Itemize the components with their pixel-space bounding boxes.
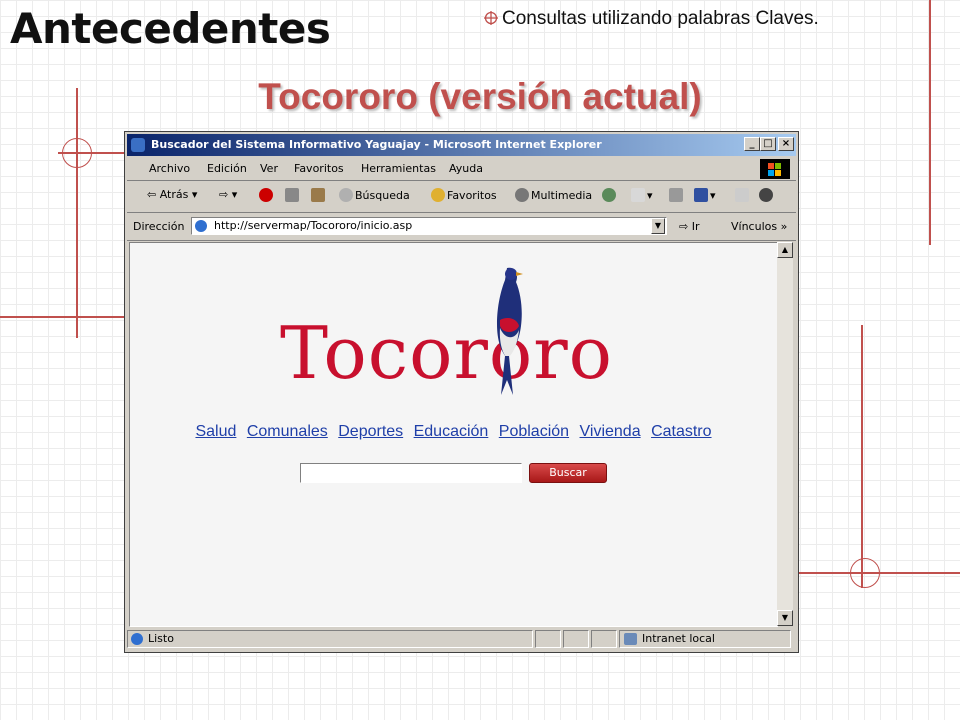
back-arrow-icon: ⇦	[147, 188, 157, 201]
logo-text: Tocororo	[280, 311, 613, 395]
slide-title: Antecedentes	[10, 4, 331, 53]
media-button[interactable]: Multimedia	[515, 188, 592, 202]
search-label: Búsqueda	[355, 189, 410, 202]
history-icon[interactable]	[602, 188, 618, 202]
menu-bar: Archivo Edición Ver Favoritos Herramient…	[127, 158, 796, 181]
address-input[interactable]: http://servermap/Tocororo/inicio.asp	[191, 217, 667, 235]
decor-line	[76, 88, 78, 338]
close-button[interactable]: ×	[778, 137, 794, 151]
messenger-icon[interactable]	[759, 188, 775, 202]
page-viewport: Tocororo Salud Comunales Deportes Educac…	[129, 242, 778, 627]
link-poblacion[interactable]: Población	[499, 423, 569, 440]
menu-ayuda[interactable]: Ayuda	[449, 162, 483, 175]
status-panel	[591, 630, 617, 648]
zone-panel: Intranet local	[619, 630, 791, 648]
refresh-icon[interactable]	[285, 188, 301, 202]
slide-subtitle: Consultas utilizando palabras Claves.	[484, 8, 819, 30]
link-salud[interactable]: Salud	[195, 423, 236, 440]
address-label: Dirección	[133, 220, 185, 233]
favorites-label: Favoritos	[447, 189, 497, 202]
bullet-icon	[484, 9, 498, 25]
stop-icon[interactable]	[259, 188, 275, 202]
search-button[interactable]: Búsqueda	[339, 188, 410, 202]
browser-window: Buscador del Sistema Informativo Yaguaja…	[124, 131, 799, 653]
subtitle-text: Consultas utilizando palabras Claves.	[502, 8, 819, 29]
home-icon[interactable]	[311, 188, 327, 202]
vertical-scrollbar[interactable]: ▲ ▼	[777, 242, 793, 626]
discuss-icon[interactable]	[735, 188, 751, 202]
status-text: Listo	[148, 632, 174, 645]
links-label: Vínculos	[731, 220, 778, 233]
favorites-icon	[431, 188, 445, 202]
nav-links: Salud Comunales Deportes Educación Pobla…	[130, 423, 777, 441]
media-icon	[515, 188, 529, 202]
forward-arrow-icon: ⇨ ▾	[219, 188, 238, 201]
toolbar: ⇦ Atrás ▾ ⇨ ▾ Búsqueda Favoritos Multime…	[127, 182, 796, 213]
link-educacion[interactable]: Educación	[414, 423, 489, 440]
go-button[interactable]: ⇨ Ir	[679, 220, 700, 233]
link-vivienda[interactable]: Vivienda	[580, 423, 641, 440]
ie-app-icon	[131, 138, 145, 152]
status-panel	[535, 630, 561, 648]
menu-edicion[interactable]: Edición	[207, 162, 247, 175]
link-catastro[interactable]: Catastro	[651, 423, 711, 440]
link-comunales[interactable]: Comunales	[247, 423, 328, 440]
decor-line	[861, 325, 863, 588]
address-bar: Dirección http://servermap/Tocororo/inic…	[127, 214, 796, 241]
address-dropdown-icon[interactable]: ▼	[651, 218, 665, 234]
minimize-button[interactable]: _	[744, 137, 760, 151]
maximize-button[interactable]: □	[760, 137, 776, 151]
search-input[interactable]	[300, 463, 522, 483]
page-status-icon	[131, 633, 143, 645]
links-button[interactable]: Vínculos »	[731, 220, 787, 233]
search-icon	[339, 188, 353, 202]
windows-logo-icon	[760, 159, 790, 179]
forward-button[interactable]: ⇨ ▾	[219, 188, 237, 201]
window-title: Buscador del Sistema Informativo Yaguaja…	[151, 138, 602, 151]
page-icon	[195, 220, 207, 232]
tocororo-logo: Tocororo	[280, 255, 613, 405]
back-label: Atrás	[159, 188, 189, 201]
status-panel	[563, 630, 589, 648]
menu-archivo[interactable]: Archivo	[149, 162, 190, 175]
link-deportes[interactable]: Deportes	[338, 423, 403, 440]
title-bar: Buscador del Sistema Informativo Yaguaja…	[127, 134, 796, 156]
menu-favoritos[interactable]: Favoritos	[294, 162, 344, 175]
scroll-down-icon[interactable]: ▼	[777, 610, 793, 626]
status-text-panel: Listo	[127, 630, 533, 648]
favorites-button[interactable]: Favoritos	[431, 188, 497, 202]
scroll-up-icon[interactable]: ▲	[777, 242, 793, 258]
back-button[interactable]: ⇦ Atrás ▾	[147, 188, 197, 201]
menu-herramientas[interactable]: Herramientas	[361, 162, 436, 175]
menu-ver[interactable]: Ver	[260, 162, 278, 175]
tocororo-bird-icon	[497, 267, 523, 395]
mail-icon[interactable]: ▾	[631, 188, 653, 202]
decor-line	[0, 316, 124, 318]
buscar-button[interactable]: Buscar	[529, 463, 607, 483]
go-label: Ir	[691, 220, 700, 233]
status-bar: Listo Intranet local	[127, 628, 796, 650]
address-url: http://servermap/Tocororo/inicio.asp	[214, 219, 413, 232]
decor-circle	[850, 558, 880, 588]
intranet-icon	[624, 633, 637, 645]
zone-text: Intranet local	[642, 632, 715, 645]
print-icon[interactable]	[669, 188, 685, 202]
decor-line	[929, 0, 931, 245]
edit-icon[interactable]: ▾	[694, 188, 716, 202]
media-label: Multimedia	[531, 189, 593, 202]
decor-circle	[62, 138, 92, 168]
slide-heading: Tocororo (versión actual)	[258, 76, 702, 117]
